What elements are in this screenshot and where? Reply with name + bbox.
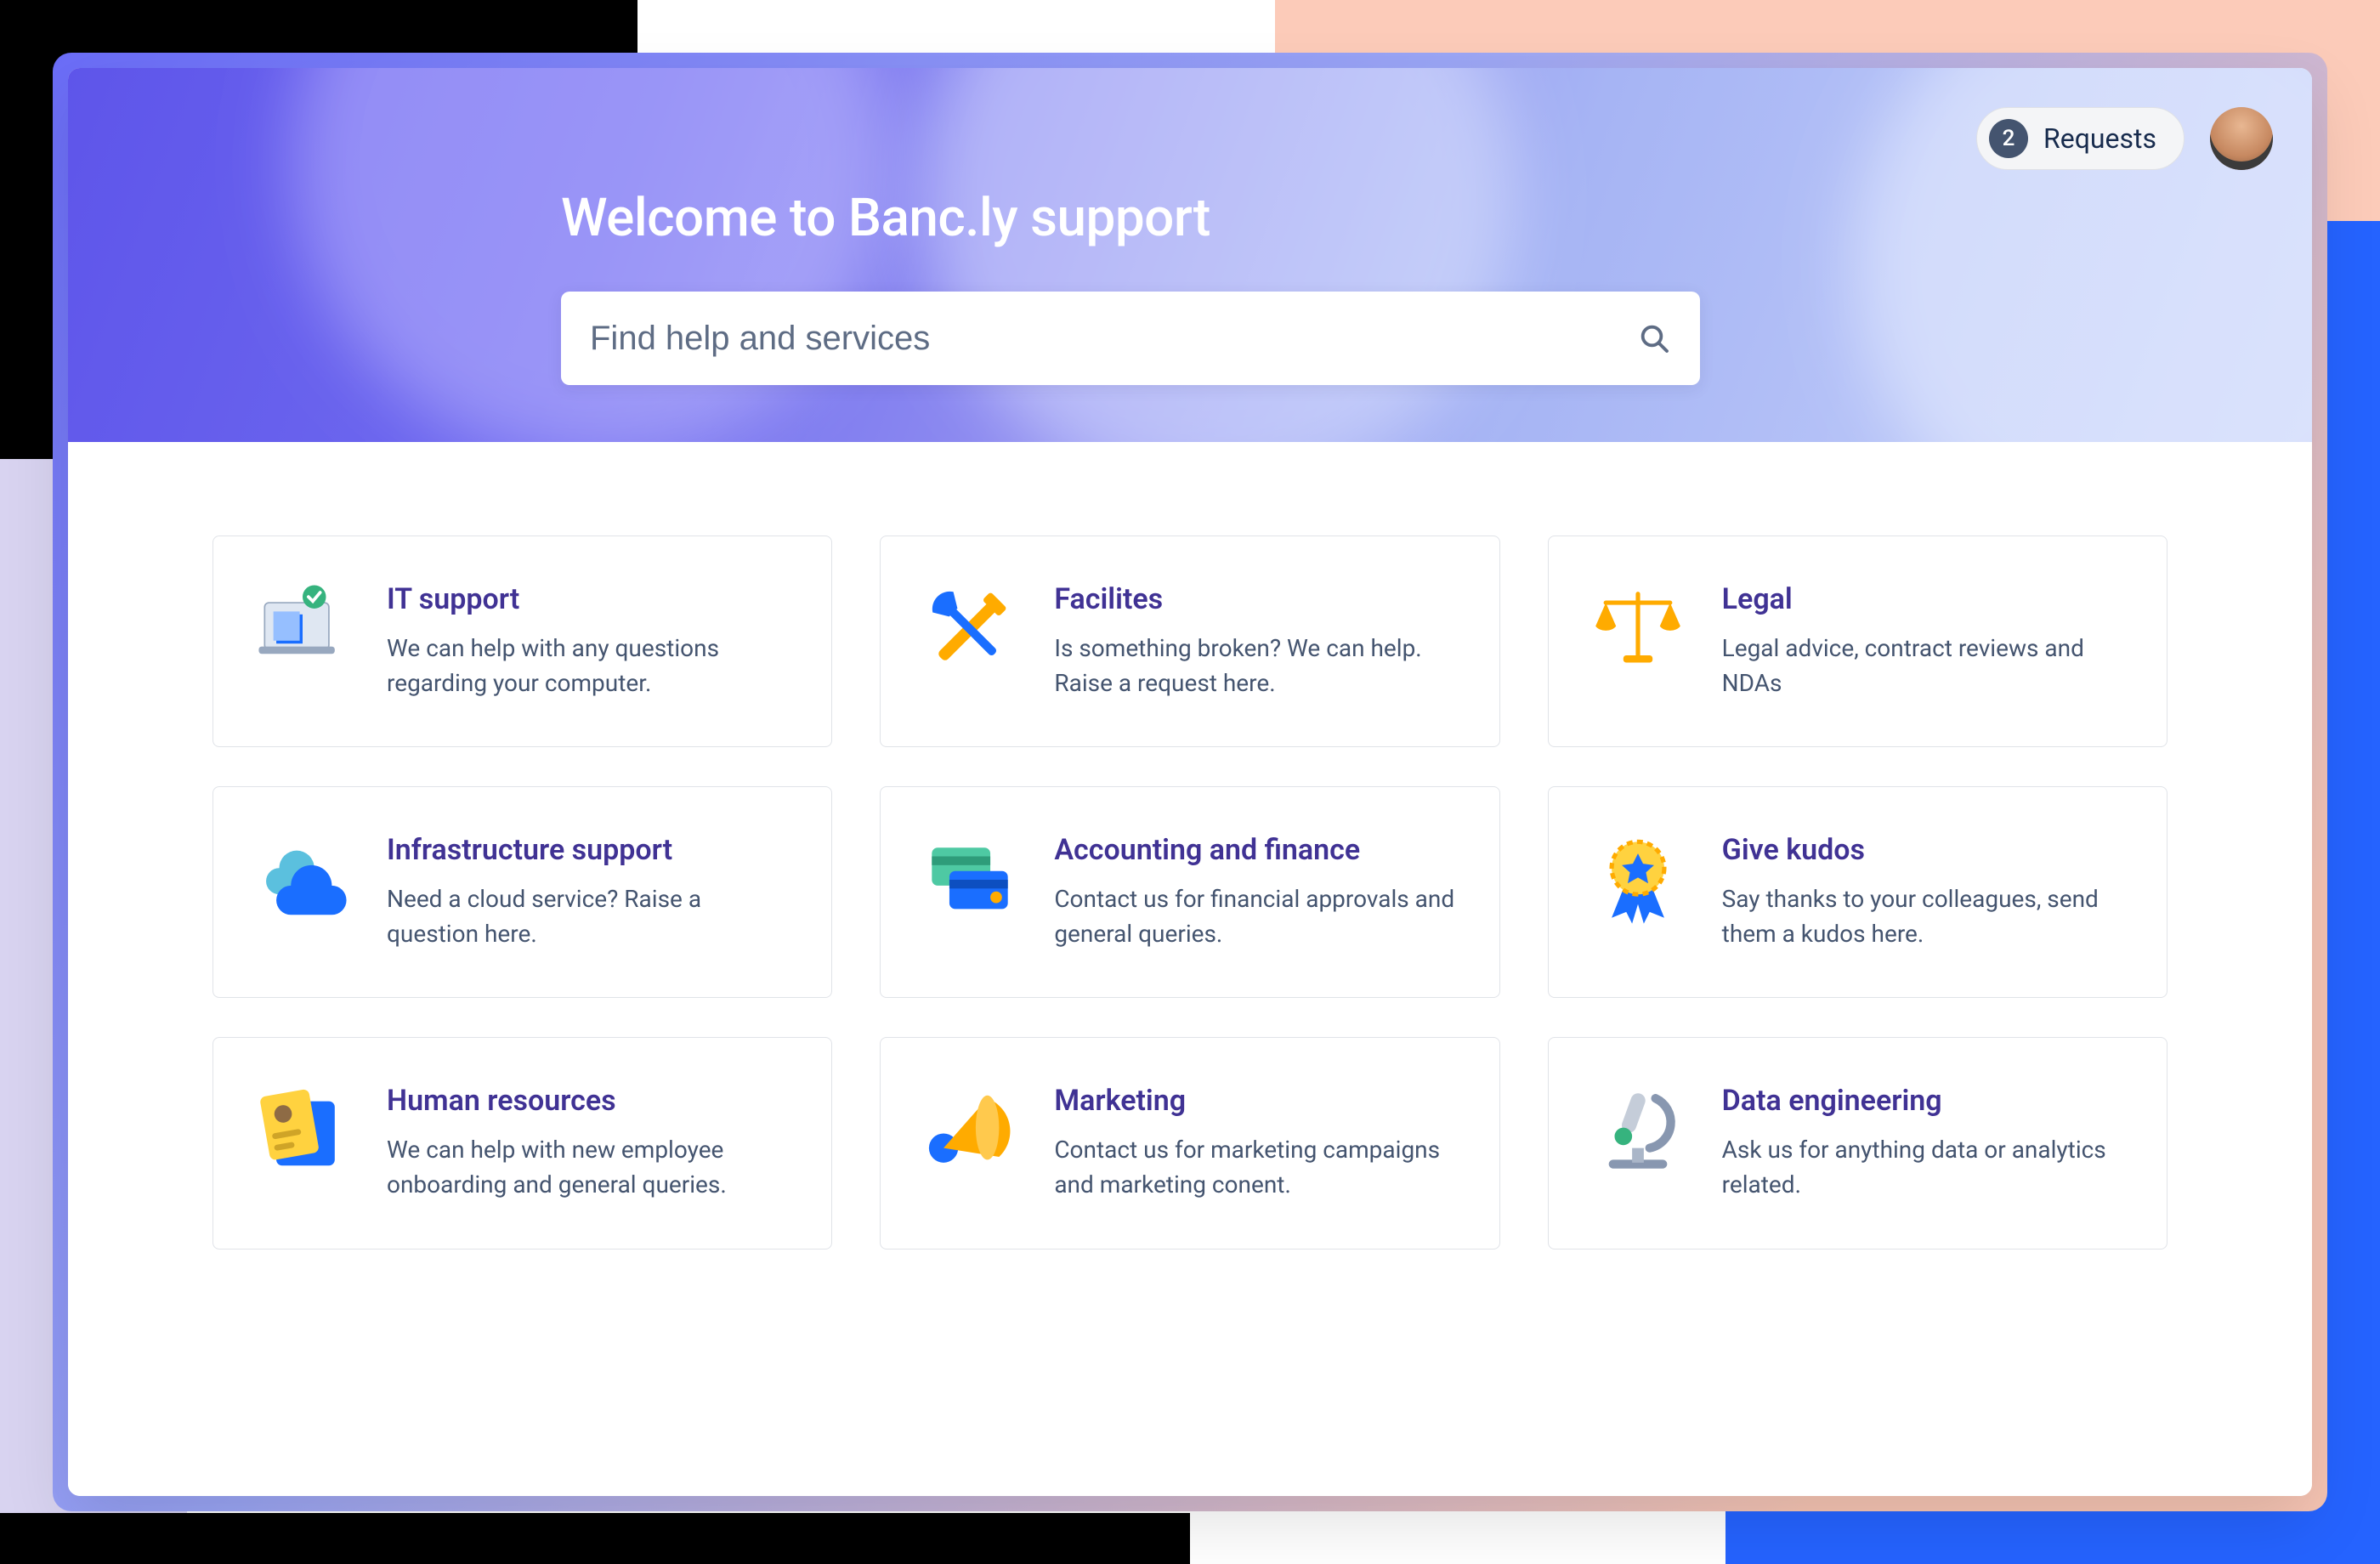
app-window: 2 Requests Welcome to Banc.ly support (68, 68, 2312, 1496)
award-ribbon-icon (1591, 833, 1685, 926)
cloud-icon (256, 833, 349, 926)
category-grid-section: IT support We can help with any question… (68, 442, 2312, 1496)
card-desc: We can help with new employee onboarding… (387, 1133, 789, 1202)
hero-banner: 2 Requests Welcome to Banc.ly support (68, 68, 2312, 442)
card-title: Data engineering (1722, 1084, 2124, 1118)
card-desc: Is something broken? We can help. Raise … (1054, 632, 1456, 700)
category-card-data-engineering[interactable]: Data engineering Ask us for anything dat… (1548, 1037, 2168, 1249)
tools-icon (923, 582, 1017, 676)
gradient-frame: 2 Requests Welcome to Banc.ly support (53, 53, 2327, 1511)
card-title: Human resources (387, 1084, 789, 1118)
card-desc: Say thanks to your colleagues, send them… (1722, 882, 2124, 951)
category-card-hr[interactable]: Human resources We can help with new emp… (212, 1037, 832, 1249)
scales-icon (1591, 582, 1685, 676)
card-title: Accounting and finance (1054, 833, 1456, 867)
card-title: IT support (387, 582, 789, 616)
card-desc: Contact us for financial approvals and g… (1054, 882, 1456, 951)
credit-cards-icon (923, 833, 1017, 926)
card-desc: Ask us for anything data or analytics re… (1722, 1133, 2124, 1202)
card-desc: Need a cloud service? Raise a question h… (387, 882, 789, 951)
category-card-it-support[interactable]: IT support We can help with any question… (212, 536, 832, 747)
megaphone-icon (923, 1084, 1017, 1177)
card-desc: Contact us for marketing campaigns and m… (1054, 1133, 1456, 1202)
category-card-marketing[interactable]: Marketing Contact us for marketing campa… (880, 1037, 1499, 1249)
card-desc: We can help with any questions regarding… (387, 632, 789, 700)
computer-check-icon (256, 582, 349, 676)
requests-button[interactable]: 2 Requests (1976, 107, 2184, 170)
requests-label: Requests (2043, 122, 2156, 155)
search-input[interactable] (590, 320, 1637, 358)
category-card-kudos[interactable]: Give kudos Say thanks to your colleagues… (1548, 786, 2168, 998)
card-title: Marketing (1054, 1084, 1456, 1118)
search-box[interactable] (561, 292, 1700, 385)
category-card-accounting[interactable]: Accounting and finance Contact us for fi… (880, 786, 1499, 998)
requests-count-badge: 2 (1989, 119, 2028, 158)
card-title: Give kudos (1722, 833, 2124, 867)
category-grid: IT support We can help with any question… (212, 536, 2168, 1250)
avatar[interactable] (2210, 107, 2273, 170)
category-card-facilities[interactable]: Facilites Is something broken? We can he… (880, 536, 1499, 747)
category-card-legal[interactable]: Legal Legal advice, contract reviews and… (1548, 536, 2168, 747)
id-badge-icon (256, 1084, 349, 1177)
background-slab (0, 1513, 1190, 1564)
page-title: Welcome to Banc.ly support (561, 187, 1700, 249)
microscope-icon (1591, 1084, 1685, 1177)
category-card-infrastructure[interactable]: Infrastructure support Need a cloud serv… (212, 786, 832, 998)
card-title: Legal (1722, 582, 2124, 616)
card-desc: Legal advice, contract reviews and NDAs (1722, 632, 2124, 700)
search-icon (1637, 321, 1671, 355)
card-title: Infrastructure support (387, 833, 789, 867)
card-title: Facilites (1054, 582, 1456, 616)
